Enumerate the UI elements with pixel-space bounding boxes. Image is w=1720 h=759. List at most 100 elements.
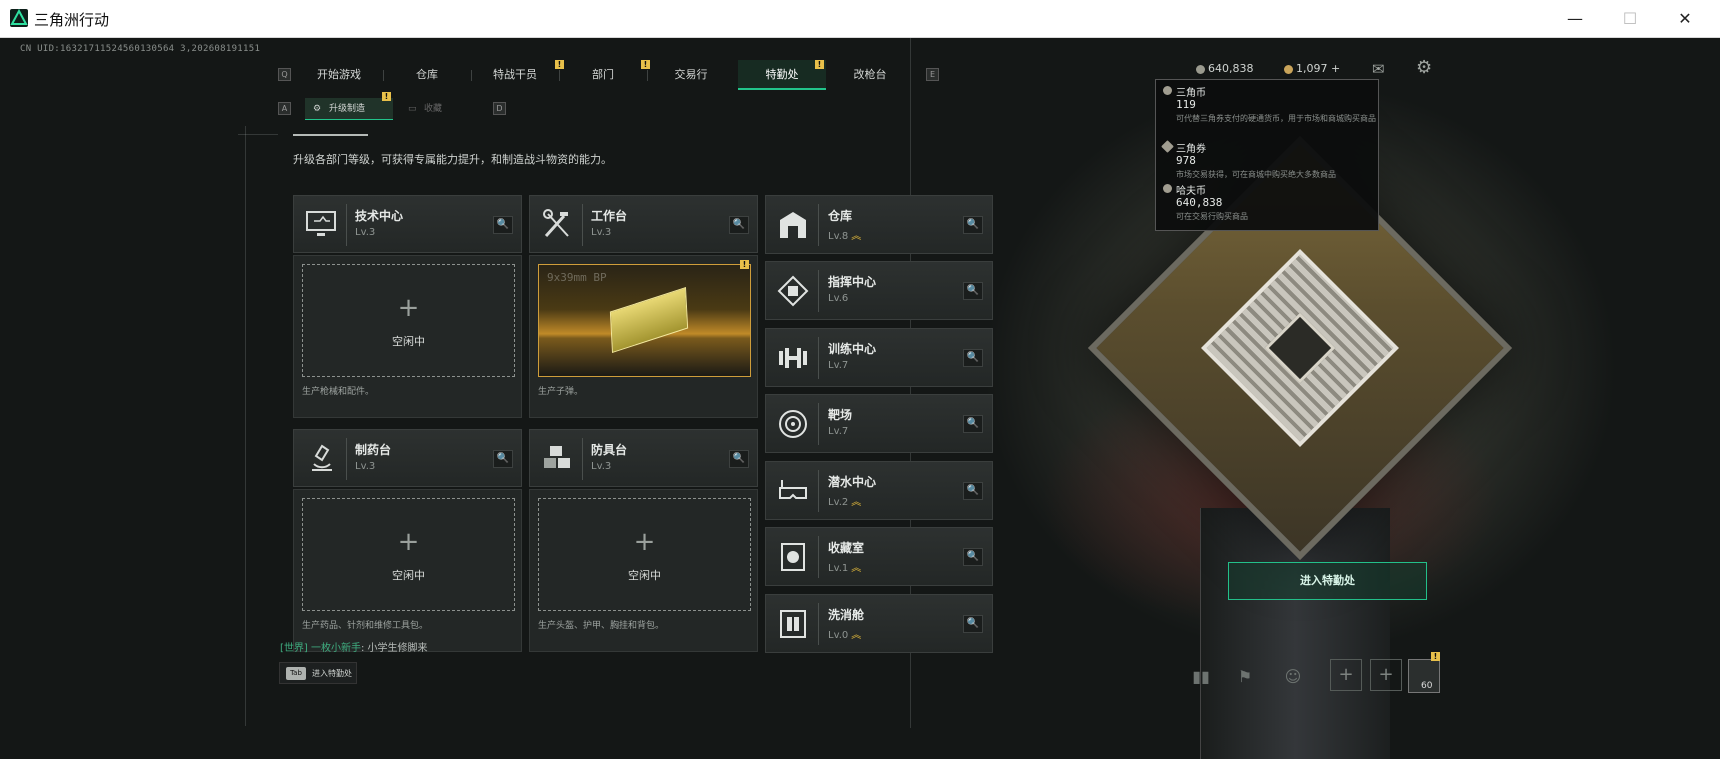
upgrade-available-icon: ︽	[851, 231, 862, 242]
microscope-icon	[302, 440, 340, 476]
user-uid: CN UID:16321711524560130564 3,2026081911…	[20, 44, 261, 54]
tab-trading[interactable]: 交易行	[647, 60, 735, 90]
tab-hint[interactable]: Tab 进入特勤处	[279, 662, 357, 684]
window-title: 三角洲行动	[34, 11, 110, 29]
enter-special-ops-button[interactable]: 进入特勤处	[1228, 562, 1427, 600]
search-icon[interactable]: 🔍	[963, 415, 983, 433]
tooltip-currency-name: 三角券	[1176, 144, 1206, 155]
mail-icon[interactable]: ✉	[1372, 60, 1392, 78]
facility-level: Lv.7	[828, 360, 849, 371]
tab-operators[interactable]: 特战干员	[471, 60, 559, 90]
facility-warehouse[interactable]: 仓库 Lv.8 ︽ 🔍	[765, 195, 993, 254]
plus-icon: +	[397, 527, 420, 557]
stats-icon[interactable]: ▮▮	[1188, 664, 1214, 690]
delta-ticket-icon	[1161, 140, 1174, 153]
page-subtitle: 升级各部门等级，可获得专属能力提升，和制造战斗物资的能力。	[293, 153, 612, 166]
tab-gunsmith[interactable]: 改枪台	[826, 60, 914, 90]
haf-coin-icon	[1196, 64, 1205, 74]
delta-coin-display[interactable]: 1,097 +	[1284, 62, 1340, 75]
chat-user[interactable]: 一枚小新手	[311, 643, 361, 654]
card-armor-header[interactable]: 防具台 Lv.3 🔍	[529, 429, 758, 487]
card-divider	[818, 337, 819, 379]
search-icon[interactable]: 🔍	[963, 216, 983, 234]
tooltip-currency-name: 哈夫币	[1176, 186, 1206, 197]
facility-training-center[interactable]: 训练中心 Lv.7 🔍	[765, 328, 993, 387]
ammo-box-icon	[609, 286, 689, 354]
facility-name: 指挥中心	[828, 275, 877, 289]
maximize-button[interactable]: ☐	[1617, 8, 1643, 30]
collection-tab-icon: ▭	[408, 104, 417, 114]
facility-name: 训练中心	[828, 342, 877, 356]
tab-key-left[interactable]: Q	[278, 68, 291, 81]
game-viewport: CN UID:16321711524560130564 3,2026081911…	[0, 38, 1720, 759]
plus-icon: +	[397, 293, 420, 323]
card-divider	[818, 403, 819, 445]
tab-warehouse[interactable]: 仓库	[383, 60, 471, 90]
card-level: Lv.3	[591, 227, 612, 238]
search-icon[interactable]: 🔍	[963, 548, 983, 566]
idle-slot[interactable]: + 空闲中	[302, 498, 515, 611]
facility-name: 收藏室	[828, 541, 865, 555]
friends-icon[interactable]: ☺	[1280, 664, 1306, 690]
card-tech-center-body[interactable]: + 空闲中 生产枪械和配件。	[293, 255, 522, 418]
card-description: 生产药品、针剂和维修工具包。	[302, 621, 429, 631]
facility-level: Lv.7	[828, 426, 849, 437]
idle-label: 空闲中	[392, 569, 425, 582]
close-button[interactable]: ✕	[1672, 8, 1698, 30]
tooltip-currency-value: 119	[1176, 98, 1196, 111]
crafting-item[interactable]: 9x39mm BP	[538, 264, 751, 377]
add-currency-button[interactable]: +	[1331, 62, 1340, 75]
facility-diving-center[interactable]: 潜水中心 Lv.2 ︽ 🔍	[765, 461, 993, 520]
subtab-collection[interactable]: ▭ 收藏	[400, 98, 465, 120]
search-icon[interactable]: 🔍	[963, 482, 983, 500]
idle-slot[interactable]: + 空闲中	[538, 498, 751, 611]
card-divider	[818, 270, 819, 312]
tab-start-game[interactable]: 开始游戏	[295, 60, 383, 90]
card-name: 制药台	[355, 443, 392, 457]
card-divider	[818, 204, 819, 246]
tooltip-currency-desc: 市场交易获得，可在商城中购买绝大多数商品	[1176, 170, 1336, 179]
idle-slot[interactable]: + 空闲中	[302, 264, 515, 377]
facility-collection-room[interactable]: 收藏室 Lv.1 ︽ 🔍	[765, 527, 993, 586]
dumbbell-icon	[776, 341, 810, 375]
flag-icon[interactable]: ⚑	[1232, 664, 1258, 690]
squad-slot-add[interactable]: +	[1370, 659, 1402, 691]
card-level: Lv.3	[591, 461, 612, 472]
card-workbench-header[interactable]: 工作台 Lv.3 🔍	[529, 195, 758, 253]
squad-count: 60	[1421, 681, 1433, 691]
search-icon[interactable]: 🔍	[963, 282, 983, 300]
card-workbench-body[interactable]: 9x39mm BP ! 生产子弹。	[529, 255, 758, 418]
facility-shooting-range[interactable]: 靶场 Lv.7 🔍	[765, 394, 993, 453]
facility-decon-chamber[interactable]: 洗消舱 Lv.0 ︽ 🔍	[765, 594, 993, 653]
subtab-key-left[interactable]: A	[278, 102, 291, 115]
card-armor-body[interactable]: + 空闲中 生产头盔、护甲、胸挂和背包。	[529, 489, 758, 652]
avatar[interactable]: 60	[1408, 659, 1440, 693]
search-icon[interactable]: 🔍	[729, 450, 749, 468]
squad-slot-add[interactable]: +	[1330, 659, 1362, 691]
subtab-upgrade-craft[interactable]: ⚙ 升级制造	[305, 98, 393, 120]
tab-department[interactable]: 部门	[559, 60, 647, 90]
card-pharmacy-header[interactable]: 制药台 Lv.3 🔍	[293, 429, 522, 487]
card-name: 工作台	[591, 209, 628, 223]
haf-coin-display[interactable]: 640,838	[1196, 62, 1254, 75]
subtab-key-right[interactable]: D	[493, 102, 506, 115]
card-name: 技术中心	[355, 209, 404, 223]
world-chat-message[interactable]: [世界] 一枚小新手: 小学生修脚来	[280, 639, 428, 654]
card-tech-center-header[interactable]: 技术中心 Lv.3 🔍	[293, 195, 522, 253]
tab-special-ops-badge: !	[815, 60, 824, 69]
facility-name: 洗消舱	[828, 608, 865, 622]
search-icon[interactable]: 🔍	[729, 216, 749, 234]
search-icon[interactable]: 🔍	[963, 615, 983, 633]
tab-special-ops[interactable]: 特勤处	[738, 60, 826, 90]
search-icon[interactable]: 🔍	[963, 349, 983, 367]
card-level: Lv.3	[355, 461, 376, 472]
card-pharmacy-body[interactable]: + 空闲中 生产药品、针剂和维修工具包。	[293, 489, 522, 652]
facility-command-center[interactable]: 指挥中心 Lv.6 🔍	[765, 261, 993, 320]
tooltip-currency-desc: 可在交易行购买商品	[1176, 212, 1248, 221]
search-icon[interactable]: 🔍	[493, 216, 513, 234]
search-icon[interactable]: 🔍	[493, 450, 513, 468]
minimize-button[interactable]: —	[1562, 8, 1588, 30]
tab-key-right[interactable]: E	[926, 68, 939, 81]
target-icon	[776, 407, 810, 441]
gear-icon[interactable]: ⚙	[1416, 57, 1436, 78]
